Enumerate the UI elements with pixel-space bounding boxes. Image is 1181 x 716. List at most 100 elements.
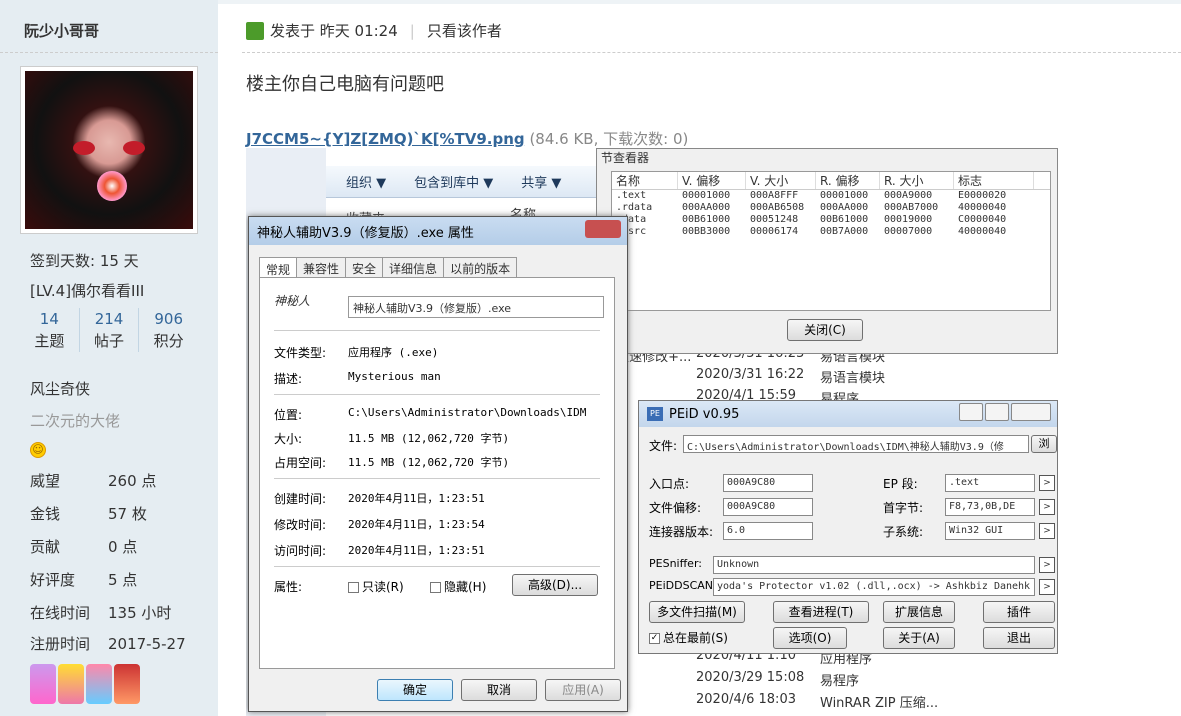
user-level[interactable]: [LV.4]偶尔看看III	[30, 280, 144, 301]
attr-value: 135 小时	[108, 604, 172, 622]
post-message: 楼主你自己电脑有问题吧	[246, 74, 444, 95]
prop-value: 2020年4月11日，1:23:51	[348, 544, 485, 557]
filename-field[interactable]: 神秘人辅助V3.9（修复版）.exe	[348, 296, 604, 318]
medal-icon[interactable]	[58, 664, 84, 704]
prop-row: 访问时间: 2020年4月11日，1:23:51	[274, 542, 485, 559]
checkbox-label: 隐藏(H)	[444, 580, 487, 594]
section-row: .rsrc 00BB3000 00006174 00B7A000 00007000 400…	[612, 226, 1050, 238]
file-type: WinRAR ZIP 压缩...	[820, 696, 939, 711]
arrow-icon[interactable]: >	[1039, 557, 1055, 573]
close-icon[interactable]	[1011, 403, 1051, 421]
about-button[interactable]: 关于(A)	[883, 627, 955, 649]
online-status-icon	[246, 21, 264, 40]
multi-scan-button[interactable]: 多文件扫描(M)	[649, 601, 745, 623]
close-button[interactable]: 关闭(C)	[787, 319, 863, 341]
attrs-label: 属性:	[274, 580, 303, 594]
attr-key: 贡献	[30, 538, 61, 556]
avatar[interactable]	[20, 66, 198, 234]
peid-title: PEiD v0.95	[669, 406, 740, 422]
prop-key: 位置:	[274, 408, 303, 422]
attr-row: 金钱 57 枚	[30, 503, 186, 524]
post-header: 发表于 昨天 01:24 | 只看该作者	[246, 20, 502, 41]
file-date: 2020/4/6 18:03	[696, 692, 796, 707]
ddscan-field[interactable]: yoda's Protector v1.02 (.dll,.ocx) -> As…	[713, 578, 1035, 596]
cell: 00B61000	[820, 214, 869, 225]
maximize-icon[interactable]	[985, 403, 1009, 421]
cell: 00051248	[750, 214, 799, 225]
cell: 00B7A000	[820, 226, 869, 237]
stat-topics[interactable]: 14 主题	[20, 308, 80, 352]
browse-button[interactable]: 浏	[1031, 435, 1057, 453]
checkbox-checked-icon: ✓	[649, 633, 660, 644]
cell: 00007000	[884, 226, 933, 237]
user-stats: 14 主题 214 帖子 906 积分	[20, 308, 198, 352]
cell: 00001000	[682, 190, 731, 201]
entry-point-field[interactable]: 000A9C80	[723, 474, 813, 492]
ep-section-label: EP 段:	[883, 477, 918, 491]
linker-label: 连接器版本:	[649, 525, 714, 539]
stat-credits[interactable]: 906 积分	[139, 308, 198, 352]
prop-key: 文件类型:	[274, 346, 327, 360]
divider	[274, 478, 600, 479]
arrow-icon[interactable]: >	[1039, 579, 1055, 595]
ext-info-button[interactable]: 扩展信息	[883, 601, 955, 623]
arrow-icon[interactable]: >	[1039, 499, 1055, 515]
attached-screenshot[interactable]: 组织 ▼ 包含到库中 ▼ 共享 ▼ 名称 收藏夹 修复版[等秒极速修改+...2…	[246, 148, 1058, 716]
prop-key: 占用空间:	[274, 456, 327, 470]
entry-label: 入口点:	[649, 477, 690, 491]
custom-title: 二次元的大佬	[30, 412, 121, 430]
file-offset-field[interactable]: 000A9C80	[723, 498, 813, 516]
section-viewer-title: 节查看器	[601, 151, 650, 165]
prop-value: 11.5 MB (12,062,720 字节)	[348, 432, 510, 445]
divider	[274, 394, 600, 395]
exit-button[interactable]: 退出	[983, 627, 1055, 649]
attachment-meta: (84.6 KB, 下载次数: 0)	[529, 130, 689, 148]
prop-value: 2020年4月11日，1:23:54	[348, 518, 485, 531]
medal-icon[interactable]	[114, 664, 140, 704]
always-on-top-checkbox[interactable]: ✓ 总在最前(S)	[649, 629, 728, 646]
cell: .text	[616, 190, 647, 201]
attachment-link[interactable]: J7CCM5~{Y]Z[ZMQ)`K[%TV9.png	[246, 130, 525, 148]
stat-num: 14	[39, 310, 59, 328]
cell: 00006174	[750, 226, 799, 237]
cell: 000AA000	[682, 202, 731, 213]
file-path-field[interactable]: C:\Users\Administrator\Downloads\IDM\神秘人…	[683, 435, 1029, 453]
advanced-button[interactable]: 高级(D)...	[512, 574, 598, 596]
divider	[242, 52, 1181, 53]
medal-icon[interactable]	[86, 664, 112, 704]
stat-posts[interactable]: 214 帖子	[80, 308, 140, 352]
prop-row: 修改时间: 2020年4月11日，1:23:54	[274, 516, 485, 533]
view-process-button[interactable]: 查看进程(T)	[773, 601, 869, 623]
first-bytes-field[interactable]: F8,73,0B,DE	[945, 498, 1035, 516]
sniffer-field[interactable]: Unknown	[713, 556, 1035, 574]
divider	[274, 330, 600, 331]
attr-value: 0 点	[108, 538, 138, 556]
ep-section-field[interactable]: .text	[945, 474, 1035, 492]
checkbox-label: 总在最前(S)	[663, 631, 728, 645]
stat-label: 积分	[153, 332, 184, 350]
medal-icon[interactable]	[30, 664, 56, 704]
linker-field[interactable]: 6.0	[723, 522, 813, 540]
attr-row: 注册时间 2017-5-27	[30, 633, 186, 654]
subsystem-field[interactable]: Win32 GUI	[945, 522, 1035, 540]
prop-value: 应用程序 (.exe)	[348, 346, 439, 359]
only-author-link[interactable]: 只看该作者	[427, 20, 502, 41]
options-button[interactable]: 选项(O)	[773, 627, 847, 649]
ok-button[interactable]: 确定	[377, 679, 453, 701]
user-group[interactable]: 风尘奇侠	[30, 378, 90, 399]
cancel-button[interactable]: 取消	[461, 679, 537, 701]
file-label: 文件:	[649, 439, 678, 453]
attr-key: 金钱	[30, 505, 61, 523]
stat-label: 帖子	[94, 332, 125, 350]
readonly-checkbox[interactable]: 只读(R)	[348, 578, 430, 595]
avatar-eye	[73, 141, 95, 155]
col-header: R. 偏移	[816, 172, 880, 189]
minimize-icon[interactable]	[959, 403, 983, 421]
arrow-icon[interactable]: >	[1039, 475, 1055, 491]
arrow-icon[interactable]: >	[1039, 523, 1055, 539]
plugin-button[interactable]: 插件	[983, 601, 1055, 623]
dialog-title: 神秘人辅助V3.9（修复版）.exe 属性	[257, 225, 474, 241]
hidden-checkbox[interactable]: 隐藏(H)	[430, 578, 520, 595]
author-name[interactable]: 阮少小哥哥	[24, 20, 99, 41]
close-icon[interactable]	[585, 220, 621, 238]
